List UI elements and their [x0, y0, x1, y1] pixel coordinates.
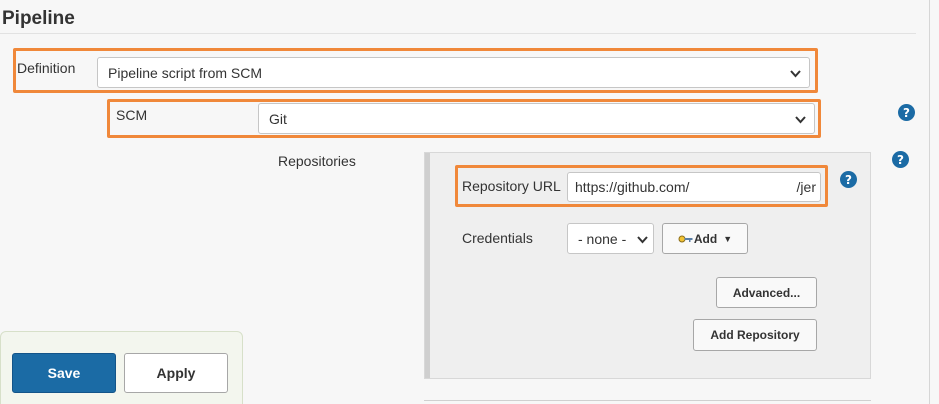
- add-repository-button[interactable]: Add Repository: [693, 319, 817, 351]
- chevron-down-icon: [637, 231, 648, 247]
- add-credentials-button[interactable]: Add ▼: [662, 223, 748, 254]
- repository-url-label: Repository URL: [462, 178, 561, 194]
- credentials-value: - none -: [578, 230, 627, 247]
- chevron-down-icon: [790, 65, 801, 81]
- scm-value: Git: [269, 110, 287, 127]
- panel-side-bar: [425, 153, 430, 378]
- repository-url-value: https://github.com/: [575, 179, 690, 195]
- scm-label: SCM: [116, 107, 148, 123]
- definition-value: Pipeline script from SCM: [108, 64, 263, 81]
- add-label: Add: [693, 231, 718, 246]
- help-icon[interactable]: ?: [892, 151, 909, 168]
- chevron-down-icon: [795, 111, 806, 127]
- page-edge-divider: [929, 0, 930, 404]
- section-title: Pipeline: [2, 8, 75, 29]
- repository-url-input[interactable]: https://github.com/ /jer: [567, 172, 821, 202]
- key-icon: [678, 234, 693, 244]
- save-button[interactable]: Save: [12, 353, 116, 393]
- credentials-label: Credentials: [462, 230, 533, 246]
- credentials-select[interactable]: - none -: [567, 223, 654, 254]
- section-divider: [0, 33, 916, 34]
- help-icon[interactable]: ?: [840, 171, 857, 188]
- definition-select[interactable]: Pipeline script from SCM: [97, 57, 810, 88]
- apply-button[interactable]: Apply: [124, 353, 228, 393]
- repositories-label: Repositories: [278, 153, 356, 169]
- panel-bottom-divider: [424, 400, 871, 401]
- advanced-button[interactable]: Advanced...: [716, 277, 817, 308]
- caret-down-icon: ▼: [723, 233, 733, 244]
- help-icon[interactable]: ?: [898, 104, 915, 121]
- repository-url-suffix: /jer: [796, 179, 816, 195]
- definition-label: Definition: [17, 60, 76, 76]
- scm-select[interactable]: Git: [258, 103, 815, 134]
